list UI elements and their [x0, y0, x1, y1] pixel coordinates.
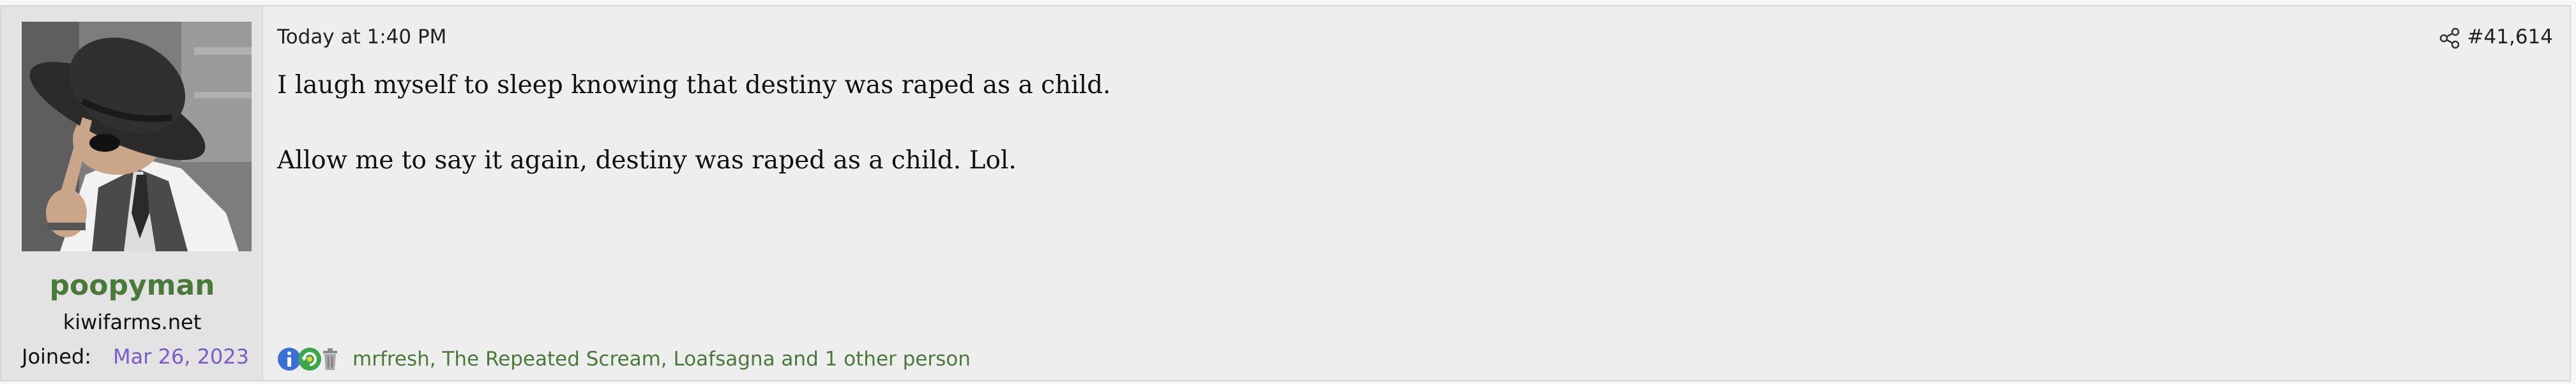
message-paragraph: Allow me to say it again, destiny was ra…	[277, 146, 1017, 175]
message-body: I laugh myself to sleep knowing that des…	[277, 68, 2512, 218]
message-paragraph: I laugh myself to sleep knowing that des…	[277, 71, 1111, 100]
user-title: kiwifarms.net	[63, 310, 202, 334]
share-icon[interactable]	[2438, 27, 2461, 50]
username[interactable]: poopyman	[1, 269, 263, 302]
reactions-bar: mrfresh, The Repeated Scream, Loafsagna …	[277, 343, 971, 375]
trash-icon[interactable]	[318, 347, 342, 371]
joined-date: Mar 26, 2023	[112, 344, 249, 369]
post-timestamp[interactable]: Today at 1:40 PM	[277, 26, 446, 48]
forum-post: poopyman kiwifarms.net Joined: Mar 26, 2…	[0, 5, 2571, 381]
joined-label: Joined:	[22, 344, 91, 369]
reaction-users-link[interactable]: mrfresh, The Repeated Scream, Loafsagna …	[352, 348, 971, 371]
post-user-column: poopyman kiwifarms.net Joined: Mar 26, 2…	[1, 6, 263, 380]
post-number-link[interactable]: #41,614	[2467, 26, 2553, 48]
avatar-image	[22, 22, 252, 251]
avatar[interactable]	[22, 22, 252, 251]
